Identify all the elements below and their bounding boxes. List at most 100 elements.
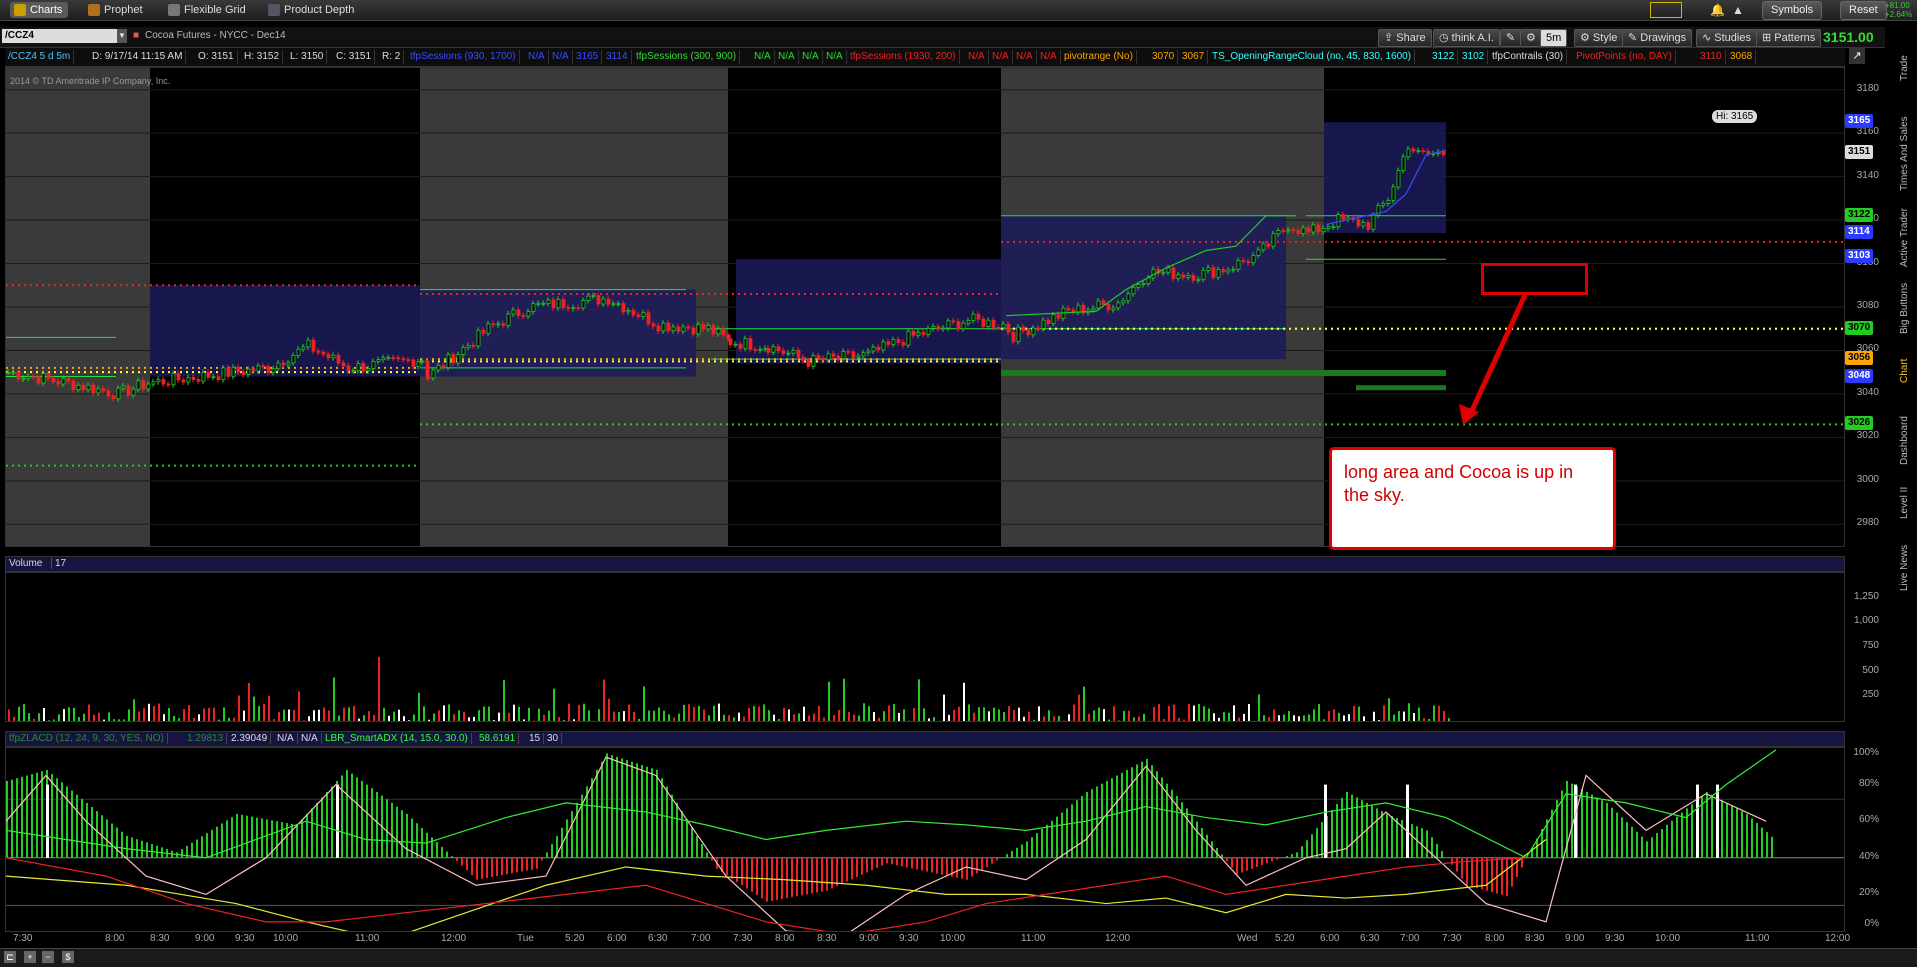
study-info-item[interactable]: N/A [823,50,847,64]
patterns-button[interactable]: ⊞ Patterns [1756,29,1821,47]
volume-bar [278,712,280,721]
study-info-item[interactable]: H: 3152 [241,50,283,64]
cursor-tool-button[interactable]: ✎ [1500,29,1521,47]
volume-bar [1048,710,1050,721]
dollar-icon[interactable]: $ [62,951,74,963]
study-info-item[interactable]: tfpSessions (1930, 200) [847,50,960,64]
histogram-bar [1606,803,1608,858]
histogram-bar [396,807,398,858]
interval-selector[interactable]: 5m [1540,29,1567,47]
study-info-item[interactable]: D: 9/17/14 11:15 AM [89,50,186,64]
tab-charts[interactable]: Charts [10,2,68,18]
side-tab[interactable]: Dashboard [1899,408,1915,473]
candle-body [1027,331,1030,335]
study-label[interactable]: 30 [547,733,562,744]
study-pane[interactable] [5,747,1845,932]
candle-body [734,344,737,345]
study-label[interactable]: tfpZLACD (12, 24, 9, 30, YES, NO) [9,733,168,744]
study-info-item[interactable]: N/A [775,50,799,64]
volume-bar [923,708,925,721]
study-label[interactable]: LBR_SmartADX (14, 15.0, 30.0) [325,733,472,744]
candle-body [542,303,545,304]
symbols-button[interactable]: Symbols [1762,1,1822,20]
histogram-bar [91,807,93,858]
panel-toggle-icon[interactable]: ⊏ [4,951,16,963]
study-info-item[interactable]: 3165 [573,50,602,64]
study-info-item[interactable]: N/A [751,50,775,64]
signal-bar [336,785,339,858]
histogram-bar [331,786,333,857]
study-info-item[interactable]: 3122 [1429,50,1458,64]
study-info-item[interactable]: 3068 [1727,50,1756,64]
volume-tick-label: 750 [1862,640,1879,651]
tab-prophet[interactable]: Prophet [84,2,149,18]
style-button[interactable]: ⚙ Style [1574,29,1623,47]
study-info-item[interactable]: pivotrange (No) [1061,50,1137,64]
study-info-item[interactable]: 3114 [603,50,632,64]
side-tab[interactable]: Times And Sales [1899,106,1915,201]
study-label[interactable]: N/A [301,733,322,744]
mini-change-value: +81.00 [1885,1,1912,10]
study-info-item[interactable]: tfpSessions (300, 900) [633,50,740,64]
time-axis: 7:308:008:309:009:3010:0011:0012:00Tue5:… [5,933,1845,947]
study-info-item[interactable]: tfpSessions (930, 1700) [407,50,520,64]
annotation-arrow [1455,290,1535,430]
study-info-item[interactable]: L: 3150 [287,50,327,64]
study-info-item[interactable]: N/A [799,50,823,64]
bell-icon[interactable]: 🔔 [1710,3,1725,17]
side-tab[interactable]: Level II [1899,478,1915,528]
lock-icon[interactable]: ▲ [1732,3,1744,17]
tab-product-depth[interactable]: Product Depth [264,2,360,18]
volume-pane[interactable] [5,572,1845,722]
histogram-bar [466,858,468,871]
study-label[interactable]: 2.39049 [231,733,271,744]
study-label[interactable]: 58.6191 [479,733,519,744]
study-info-item[interactable]: N/A [965,50,989,64]
drawings-button[interactable]: ✎ Drawings [1622,29,1692,47]
zoom-out-icon[interactable]: − [42,951,54,963]
study-info-item[interactable]: N/A [525,50,549,64]
study-label[interactable]: 15 [529,733,544,744]
side-tab[interactable]: Live News [1899,538,1915,598]
study-info-item[interactable]: O: 3151 [195,50,238,64]
study-info-item[interactable]: 3067 [1179,50,1208,64]
study-label[interactable]: N/A [277,733,298,744]
tab-flexible-grid[interactable]: Flexible Grid [164,2,252,18]
candle-body [252,369,255,371]
volume-bar [1143,714,1145,721]
study-info-item[interactable]: C: 3151 [333,50,375,64]
think-ai-button[interactable]: ◷ think A.I. [1433,29,1500,47]
study-info-item[interactable]: N/A [1013,50,1037,64]
alert-indicator[interactable] [1650,2,1682,18]
study-info-item[interactable]: 3110 [1697,50,1726,64]
zoom-in-icon[interactable]: + [24,951,36,963]
chart-settings-icon[interactable]: ↗ [1849,48,1865,64]
side-tab[interactable]: Big Buttons [1899,278,1915,338]
study-info-item[interactable]: N/A [549,50,573,64]
study-info-item[interactable]: R: 2 [379,50,404,64]
candle-body [1387,201,1390,204]
studies-button[interactable]: ∿ Studies [1696,29,1757,47]
study-info-item[interactable]: TS_OpeningRangeCloud (no, 45, 830, 1600) [1209,50,1415,64]
chevron-down-icon[interactable]: ▼ [117,29,127,43]
study-info-item[interactable]: /CCZ4 5 d 5m [5,50,74,64]
study-label[interactable]: 1.29813 [187,733,227,744]
histogram-bar [41,771,43,857]
histogram-bar [1426,830,1428,857]
share-button[interactable]: ⇪ Share [1378,29,1432,47]
share-icon: ⇪ [1384,32,1396,44]
study-info-item[interactable]: N/A [989,50,1013,64]
symbol-input[interactable]: /CCZ4 [2,29,122,43]
study-info-item[interactable]: tfpContrails (30) [1489,50,1567,64]
candle-body [502,324,505,326]
side-tab[interactable]: Active Trader [1899,208,1915,268]
reset-button[interactable]: Reset [1840,1,1887,20]
side-tab[interactable]: Chart [1899,348,1915,393]
histogram-bar [426,833,428,858]
study-info-item[interactable]: 3102 [1459,50,1488,64]
study-info-item[interactable]: 3070 [1149,50,1178,64]
side-tab[interactable]: Trade [1899,48,1915,88]
settings-tool-button[interactable]: ⚙ [1520,29,1542,47]
study-info-item[interactable]: PivotPoints (no, DAY) [1573,50,1676,64]
study-info-item[interactable]: N/A [1037,50,1061,64]
